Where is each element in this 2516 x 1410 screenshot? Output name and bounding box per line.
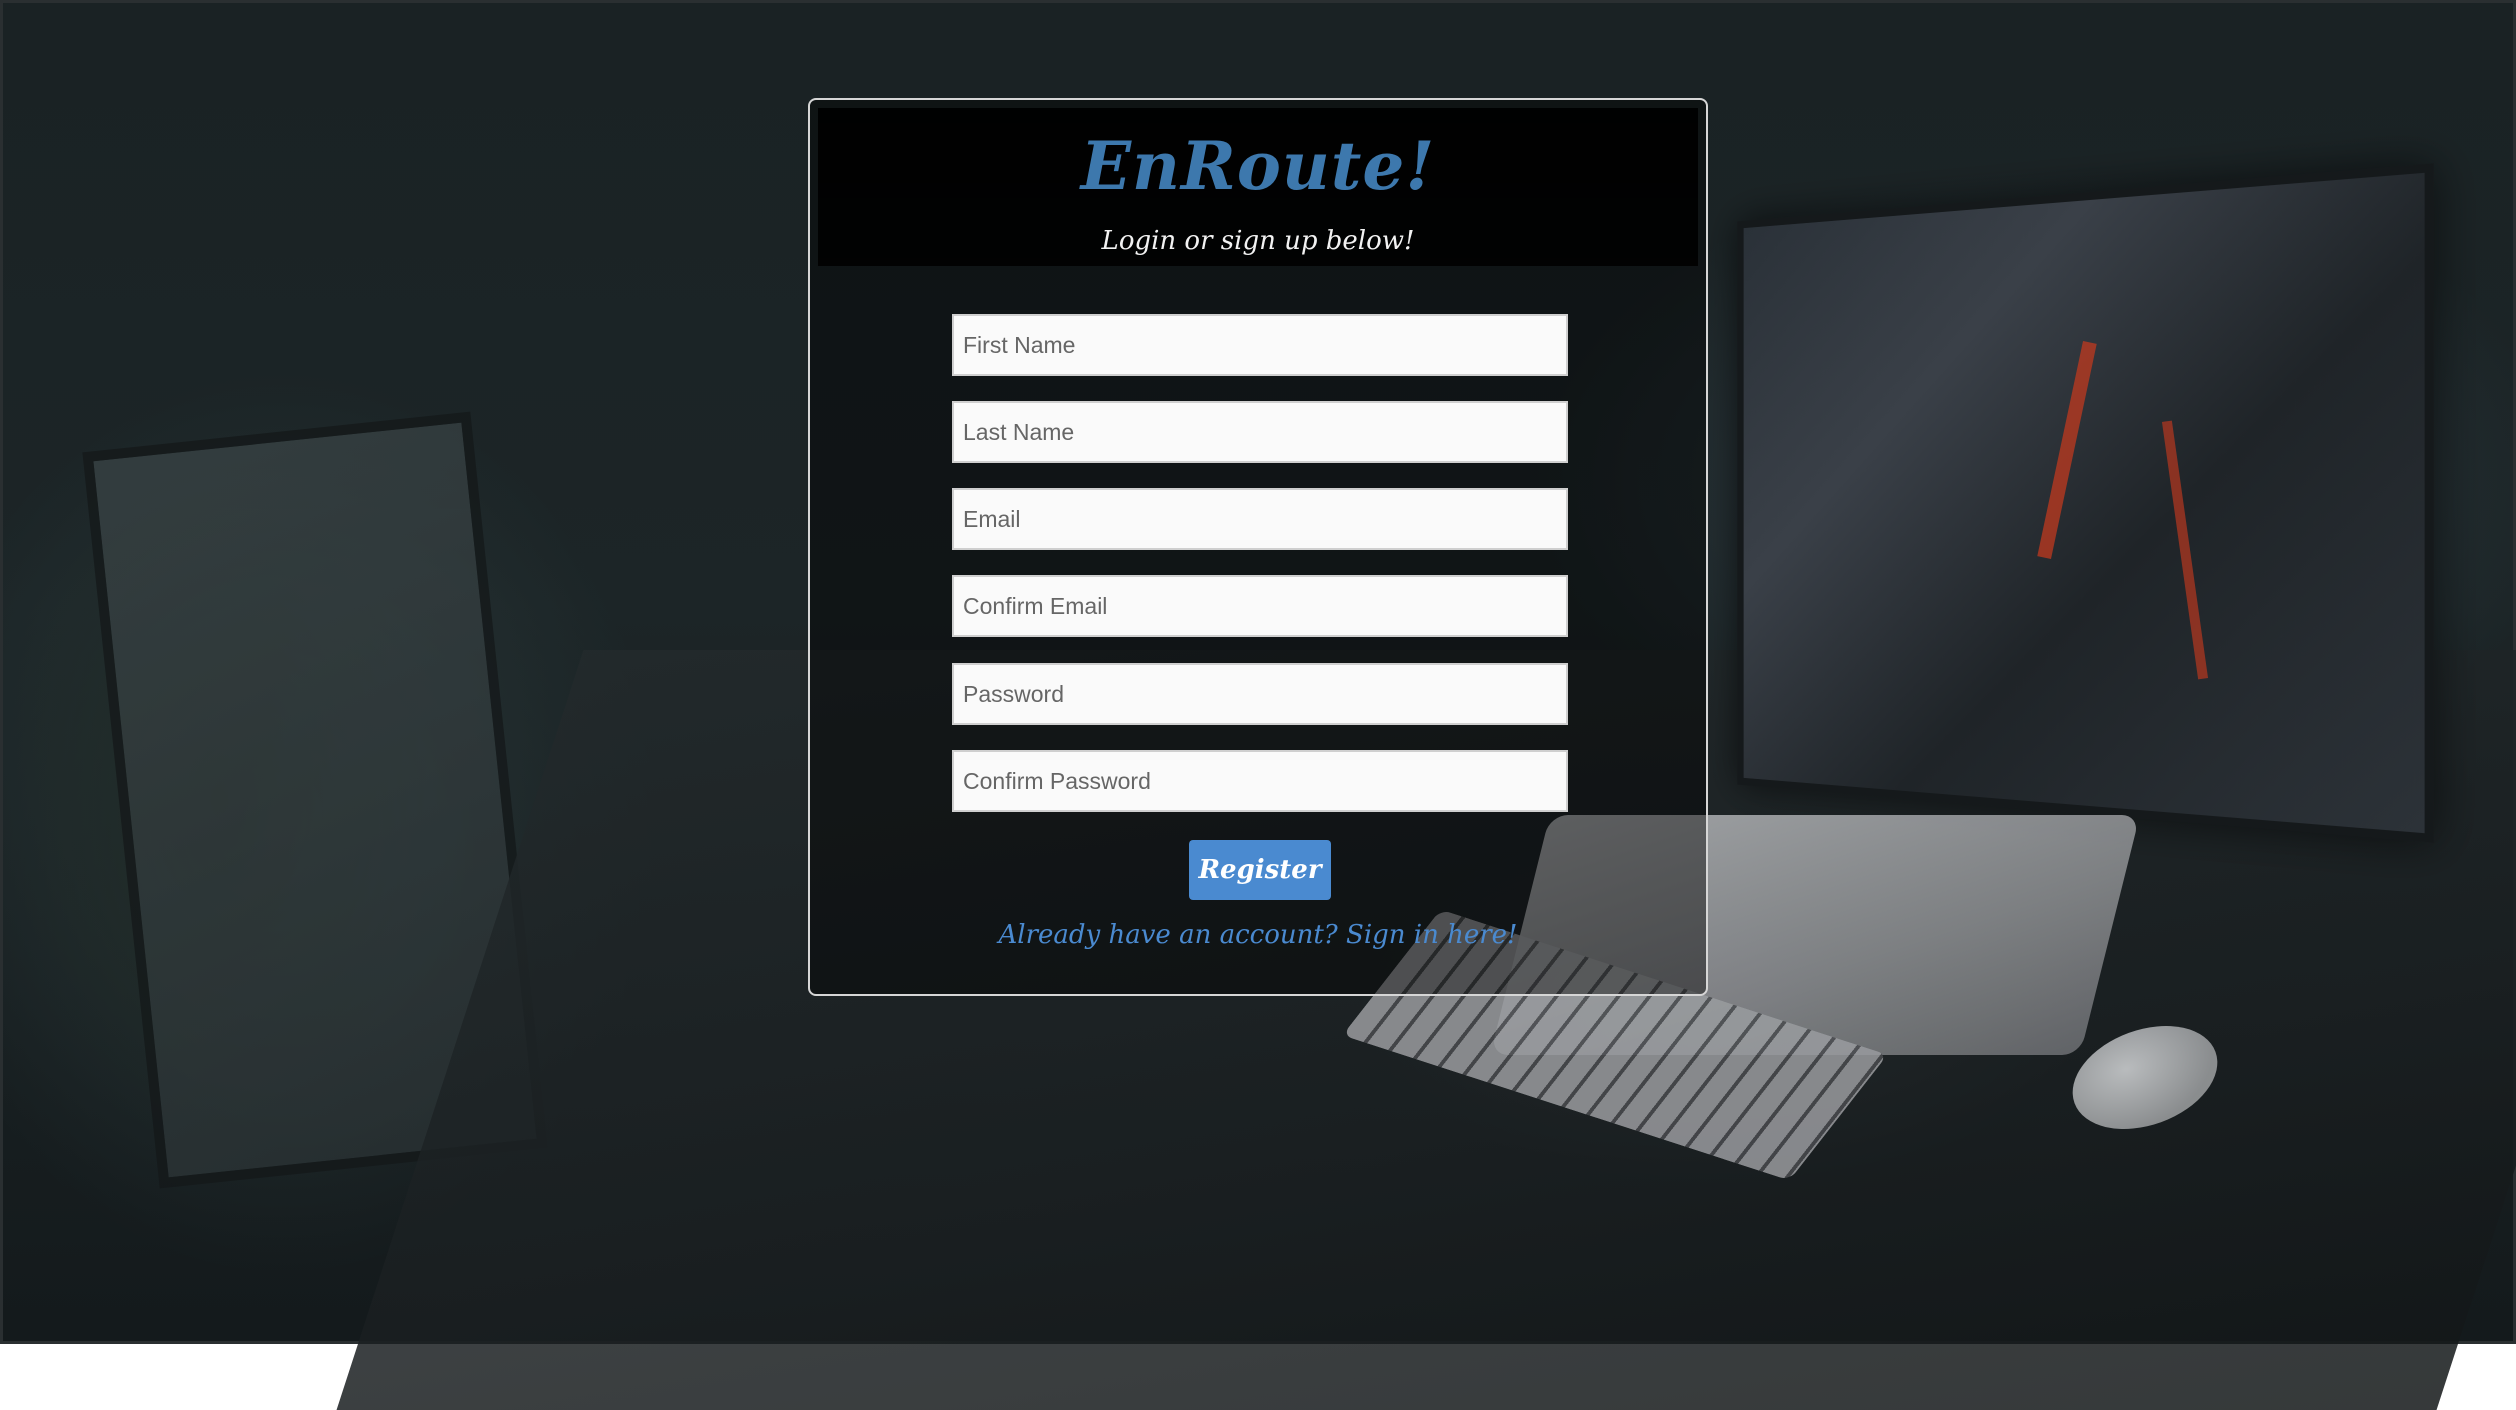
last-name-input[interactable] <box>952 401 1568 463</box>
sign-in-link[interactable]: Already have an account? Sign in here! <box>810 918 1706 952</box>
confirm-email-input[interactable] <box>952 575 1568 637</box>
register-button[interactable]: Register <box>1189 840 1331 900</box>
password-input[interactable] <box>952 663 1568 725</box>
register-card: EnRoute! Login or sign up below! Registe… <box>808 98 1708 996</box>
email-input[interactable] <box>952 488 1568 550</box>
first-name-input[interactable] <box>952 314 1568 376</box>
app-title: EnRoute! <box>1080 127 1436 205</box>
card-header: EnRoute! Login or sign up below! <box>818 108 1698 266</box>
page-subtitle: Login or sign up below! <box>1101 226 1415 256</box>
background-monitor <box>1737 163 2434 843</box>
confirm-password-input[interactable] <box>952 750 1568 812</box>
